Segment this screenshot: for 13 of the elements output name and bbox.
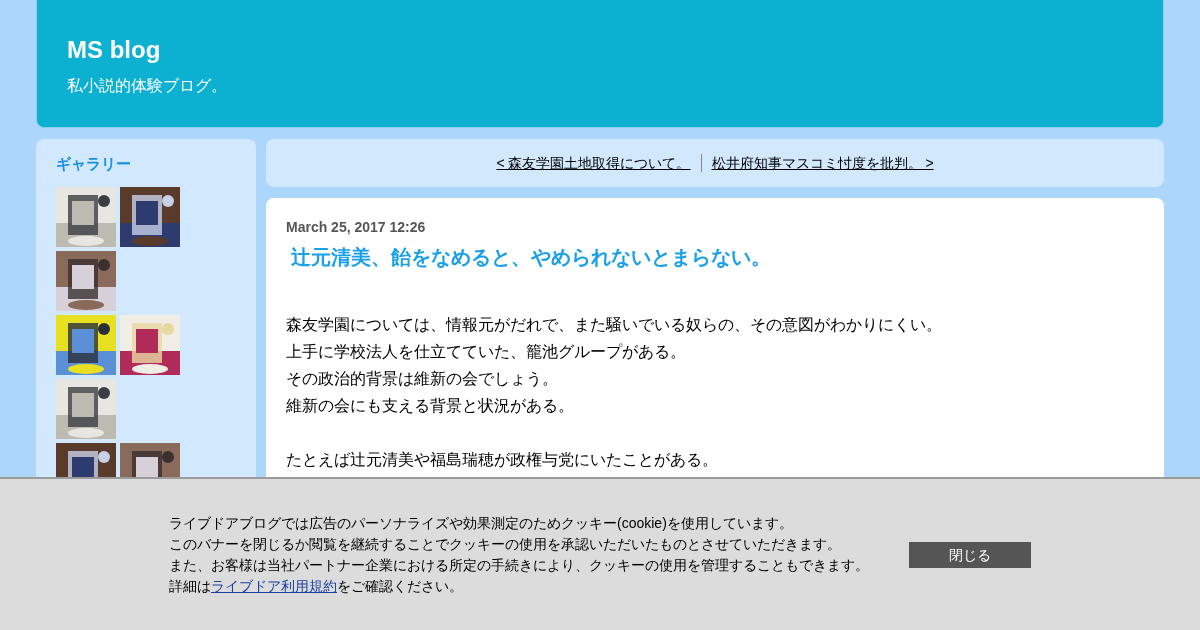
body-text: たとえば辻元清美や福島瑞穂が政権与党にいたことがある。 (286, 450, 719, 470)
post-date: March 25, 2017 12:26 (286, 218, 427, 237)
close-button[interactable]: 閉じる (909, 542, 1031, 568)
gallery-heading: ギャラリー (56, 154, 132, 174)
previous-post-link[interactable]: < 森友学園土地取得について。 (496, 153, 701, 173)
next-post-link[interactable]: 松井府知事マスコミ忖度を批判。 > (701, 153, 934, 173)
terms-link[interactable]: ライブドア利用規約 (211, 578, 337, 594)
blog-subtitle: 私小説的体験ブログ。 (67, 76, 228, 96)
body-text: 森友学園については、情報元がだれで、また騒いでいる奴らの、その意図がわかりにくい。 (286, 315, 943, 335)
body-text: 維新の会にも支える背景と状況がある。 (286, 396, 575, 416)
body-text: その政治的背景は維新の会でしょう。 (286, 369, 559, 389)
body-text: 上手に学校法人を仕立てていた、籠池グループがある。 (286, 342, 687, 362)
cookie-notice: ライブドアブログでは広告のパーソナライズや効果測定のためクッキー(cookie)を使用しています。 このバナーを閉じるか閲覧を継続することでクッキーの使用を承認いただいたものとさせていただきます。 また、お客様は当社パートナー企業における所定の手続きにより、クッキーの使用を管理することもできます。 詳細はライブドア利用規約をご確認ください。 (169, 514, 870, 596)
